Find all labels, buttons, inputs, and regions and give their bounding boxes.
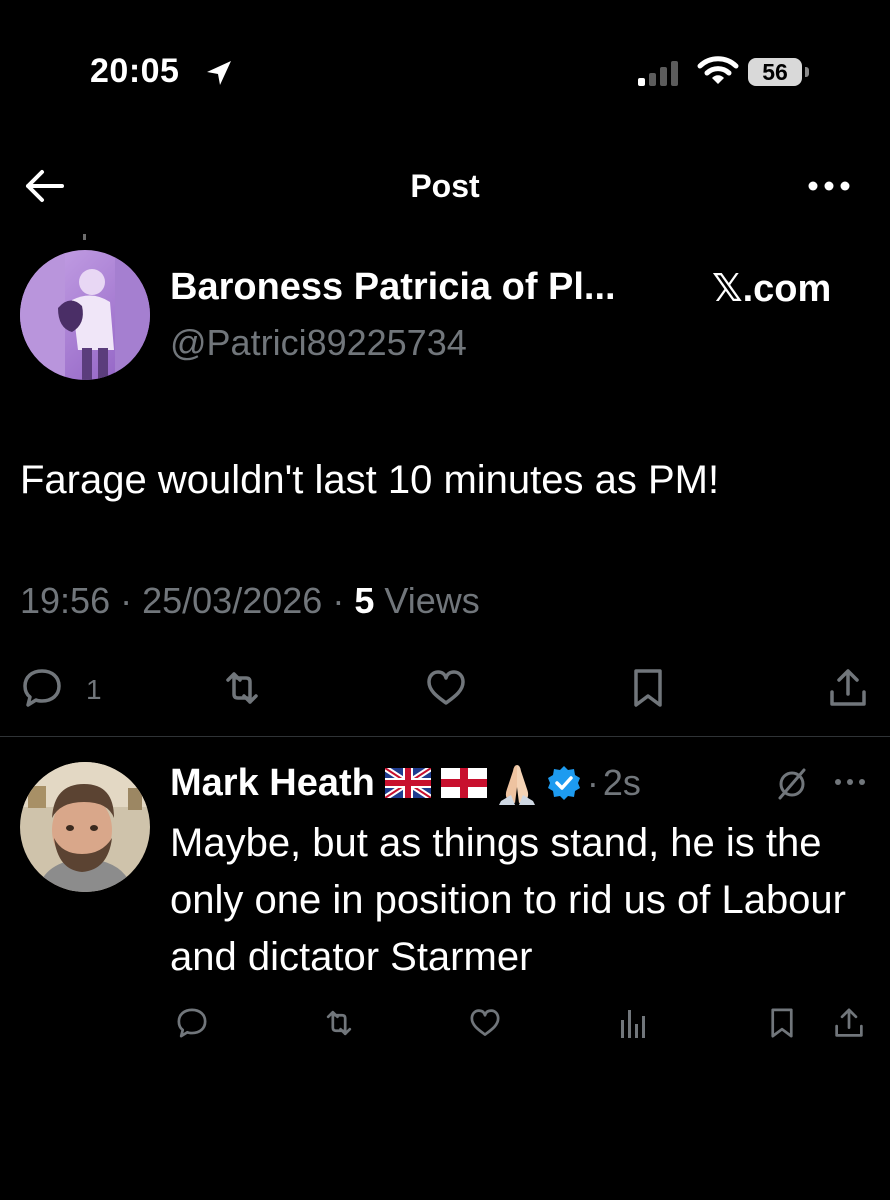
folded-hands-icon	[498, 765, 535, 805]
uk-flag-icon	[384, 768, 431, 798]
post-metadata: 19:56 · 25/03/2026 · 5 Views	[20, 580, 480, 621]
reply-reply-icon[interactable]	[175, 1006, 209, 1040]
reply-like-icon[interactable]	[468, 1006, 502, 1040]
cellular-signal-icon	[638, 61, 678, 86]
thread-marker	[83, 234, 86, 240]
page-title: Post	[410, 168, 480, 204]
wifi-icon	[697, 56, 739, 84]
views-label: Views	[384, 580, 480, 621]
views-count: 5	[354, 580, 375, 621]
battery-indicator: 56	[748, 58, 812, 86]
battery-level: 56	[762, 59, 788, 85]
grok-icon[interactable]	[774, 766, 810, 802]
like-icon[interactable]	[424, 666, 468, 710]
repost-icon[interactable]	[220, 666, 264, 710]
reply-share-icon[interactable]	[832, 1006, 866, 1040]
reply-time-sep: ·	[586, 762, 599, 803]
status-time: 20:05	[90, 52, 180, 90]
reply-icon[interactable]	[20, 666, 64, 710]
verified-badge-icon	[547, 766, 580, 800]
post-time: 19:56	[20, 580, 111, 621]
reply-author-name[interactable]: Mark Heath	[170, 762, 375, 805]
source-label: 𝕏.com	[712, 268, 832, 310]
reply-header: Mark Heath · 2s	[170, 758, 641, 808]
location-arrow-icon	[207, 61, 231, 85]
author-name[interactable]: Baroness Patricia of Pl...	[170, 266, 616, 309]
reply-more-icon[interactable]	[832, 774, 868, 790]
reply-views-icon[interactable]	[617, 1006, 651, 1040]
reply-count: 1	[86, 674, 102, 705]
reply-repost-icon[interactable]	[322, 1006, 356, 1040]
reply-time: 2s	[602, 762, 641, 803]
england-flag-icon	[440, 768, 487, 798]
post-date: 25/03/2026	[142, 580, 323, 621]
avatar[interactable]	[20, 250, 150, 380]
bookmark-icon[interactable]	[626, 666, 670, 710]
author-handle[interactable]: @Patrici89225734	[170, 322, 467, 364]
reply-text: Maybe, but as things stand, he is the on…	[170, 821, 846, 979]
share-icon[interactable]	[826, 666, 870, 710]
more-options-icon[interactable]	[806, 176, 852, 196]
reply-avatar[interactable]	[20, 762, 150, 892]
reply-bookmark-icon[interactable]	[765, 1006, 799, 1040]
post-text: Farage wouldn't last 10 minutes as PM!	[20, 458, 720, 502]
divider	[0, 736, 890, 737]
